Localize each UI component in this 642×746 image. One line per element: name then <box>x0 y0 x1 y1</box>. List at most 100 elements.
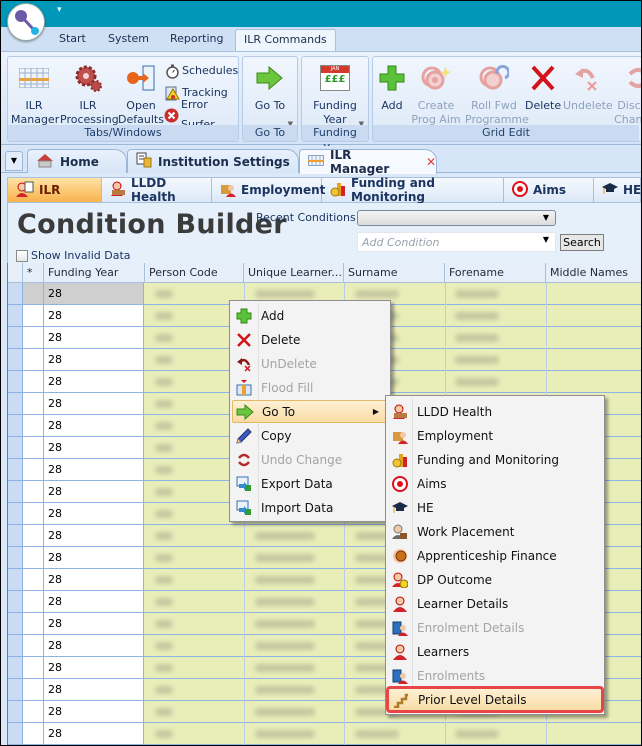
row-indicator-cell[interactable] <box>23 437 44 458</box>
row-indicator-cell[interactable] <box>23 349 44 370</box>
row-selector[interactable] <box>8 349 23 370</box>
recent-conditions-select[interactable]: ▼ <box>357 210 556 226</box>
row-selector[interactable] <box>8 723 23 744</box>
obscured-cells[interactable] <box>145 349 641 370</box>
context-menu-item-delete[interactable]: Delete <box>232 328 388 351</box>
add-condition-input[interactable]: Add Condition ▼ <box>357 232 556 252</box>
funding-year-cell[interactable]: 28 <box>44 283 144 304</box>
goto-submenu-item-work-placement[interactable]: Work Placement <box>388 520 602 543</box>
goto-submenu-item-enrolment-details[interactable]: Enrolment Details <box>388 616 602 639</box>
row-indicator-cell[interactable] <box>23 305 44 326</box>
funding-year-cell[interactable]: 28 <box>44 327 144 348</box>
obscured-cells[interactable] <box>145 283 641 304</box>
sub-tab-aims[interactable]: Aims <box>504 178 594 202</box>
row-indicator-cell[interactable] <box>23 525 44 546</box>
goto-submenu-item-lldd-health[interactable]: LLDD Health <box>388 400 602 423</box>
error-surfer-button[interactable]: Error Surfer <box>164 98 238 131</box>
row-indicator-cell[interactable] <box>23 503 44 524</box>
app-logo[interactable] <box>7 3 45 41</box>
funding-year-cell[interactable]: 28 <box>44 393 144 414</box>
funding-year-cell[interactable]: 28 <box>44 459 144 480</box>
schedules-button[interactable]: Schedules <box>164 61 238 81</box>
column-header-middle-names[interactable]: Middle Names <box>546 263 641 283</box>
context-menu-item-copy[interactable]: Copy <box>232 424 388 447</box>
column-header-surname[interactable]: Surname <box>344 263 445 283</box>
row-indicator-cell[interactable] <box>23 393 44 414</box>
show-invalid-data-toggle[interactable]: Show Invalid Data <box>16 249 131 262</box>
ilr-processing-button[interactable]: ILR Processing <box>60 63 119 127</box>
row-selector[interactable] <box>8 283 23 304</box>
quick-access-dropdown[interactable]: ▾ <box>57 5 62 15</box>
funding-year-cell[interactable]: 28 <box>44 481 144 502</box>
row-indicator-cell[interactable] <box>23 327 44 348</box>
row-indicator-cell[interactable] <box>23 481 44 502</box>
funding-year-cell[interactable]: 28 <box>44 657 144 678</box>
row-indicator-cell[interactable] <box>23 547 44 568</box>
row-indicator-cell[interactable] <box>23 723 44 744</box>
doc-tab-ilr-manager[interactable]: ILR Manager ✕ <box>299 148 437 176</box>
row-selector[interactable] <box>8 657 23 678</box>
row-selector[interactable] <box>8 393 23 414</box>
funding-year-cell[interactable]: 28 <box>44 503 144 524</box>
add-button[interactable]: Add <box>375 63 409 113</box>
row-selector[interactable] <box>8 481 23 502</box>
obscured-cells[interactable] <box>145 305 641 326</box>
doc-tab-institution-settings[interactable]: Institution Settings <box>127 149 299 173</box>
column-header-person-code[interactable]: Person Code <box>145 263 244 283</box>
row-indicator-cell[interactable] <box>23 371 44 392</box>
row-selector[interactable] <box>8 525 23 546</box>
context-menu-item-import-data[interactable]: Import Data <box>232 496 388 519</box>
funding-year-cell[interactable]: 28 <box>44 547 144 568</box>
sub-tab-he[interactable]: HE <box>594 178 641 202</box>
row-selector[interactable] <box>8 679 23 700</box>
funding-year-cell[interactable]: 28 <box>44 679 144 700</box>
context-menu-item-flood-fill[interactable]: Flood Fill <box>232 376 388 399</box>
goto-submenu-item-dp-outcome[interactable]: DP Outcome <box>388 568 602 591</box>
funding-year-cell[interactable]: 28 <box>44 305 144 326</box>
goto-submenu-item-learner-details[interactable]: Learner Details <box>388 592 602 615</box>
goto-submenu-item-enrolments[interactable]: Enrolments <box>388 664 602 687</box>
funding-year-cell[interactable]: 28 <box>44 525 144 546</box>
discard-changes-button[interactable]: Discard Changes <box>613 63 641 127</box>
funding-year-button[interactable]: JAN £££ Funding Year ▼ <box>306 63 364 128</box>
roll-fwd-programme-button[interactable]: Roll Fwd Programme <box>465 63 529 127</box>
row-selector[interactable] <box>8 503 23 524</box>
context-menu-item-go-to[interactable]: Go To ▶ <box>232 400 388 423</box>
doc-tab-home[interactable]: Home <box>27 149 127 173</box>
sub-tab-employment[interactable]: Employment <box>212 178 325 202</box>
funding-year-cell[interactable]: 28 <box>44 723 144 744</box>
funding-year-cell[interactable]: 28 <box>44 569 144 590</box>
column-header-funding-year[interactable]: Funding Year <box>44 263 145 283</box>
goto-submenu-item-he[interactable]: HE <box>388 496 602 519</box>
ribbon-tab-system[interactable]: System <box>108 32 149 45</box>
row-selector[interactable] <box>8 437 23 458</box>
row-selector[interactable] <box>8 305 23 326</box>
funding-year-cell[interactable]: 28 <box>44 635 144 656</box>
ribbon-tab-reporting[interactable]: Reporting <box>170 32 223 45</box>
row-indicator-cell[interactable] <box>23 591 44 612</box>
column-header-new-row[interactable]: * <box>23 263 44 283</box>
chevron-down-icon[interactable]: ▼ <box>543 235 549 244</box>
row-selector[interactable] <box>8 591 23 612</box>
obscured-cells[interactable] <box>145 327 641 348</box>
go-to-button[interactable]: Go To ▼ <box>245 63 295 128</box>
row-indicator-cell[interactable] <box>23 415 44 436</box>
goto-submenu-item-apprenticeship-finance[interactable]: Apprenticeship Finance <box>388 544 602 567</box>
row-indicator-cell[interactable] <box>23 635 44 656</box>
obscured-cells[interactable] <box>145 371 641 392</box>
funding-year-cell[interactable]: 28 <box>44 349 144 370</box>
ilr-manager-button[interactable]: ILR Manager <box>11 63 59 127</box>
search-button[interactable]: Search <box>560 234 604 251</box>
ribbon-tab-ilr-commands[interactable]: ILR Commands <box>235 29 336 53</box>
goto-submenu-item-learners[interactable]: Learners <box>388 640 602 663</box>
funding-year-cell[interactable]: 28 <box>44 701 144 722</box>
sub-tab-ilr[interactable]: ILR <box>8 178 102 202</box>
row-indicator-cell[interactable] <box>23 613 44 634</box>
context-menu-item-undelete[interactable]: UnDelete <box>232 352 388 375</box>
sub-tab-lldd-health[interactable]: LLDD Health <box>102 176 212 204</box>
obscured-cells[interactable] <box>145 723 641 744</box>
undelete-button[interactable]: Undelete <box>563 63 613 113</box>
row-selector[interactable] <box>8 569 23 590</box>
sub-tab-funding-and-monitoring[interactable]: Funding and Monitoring <box>322 176 504 204</box>
row-indicator-cell[interactable] <box>23 679 44 700</box>
